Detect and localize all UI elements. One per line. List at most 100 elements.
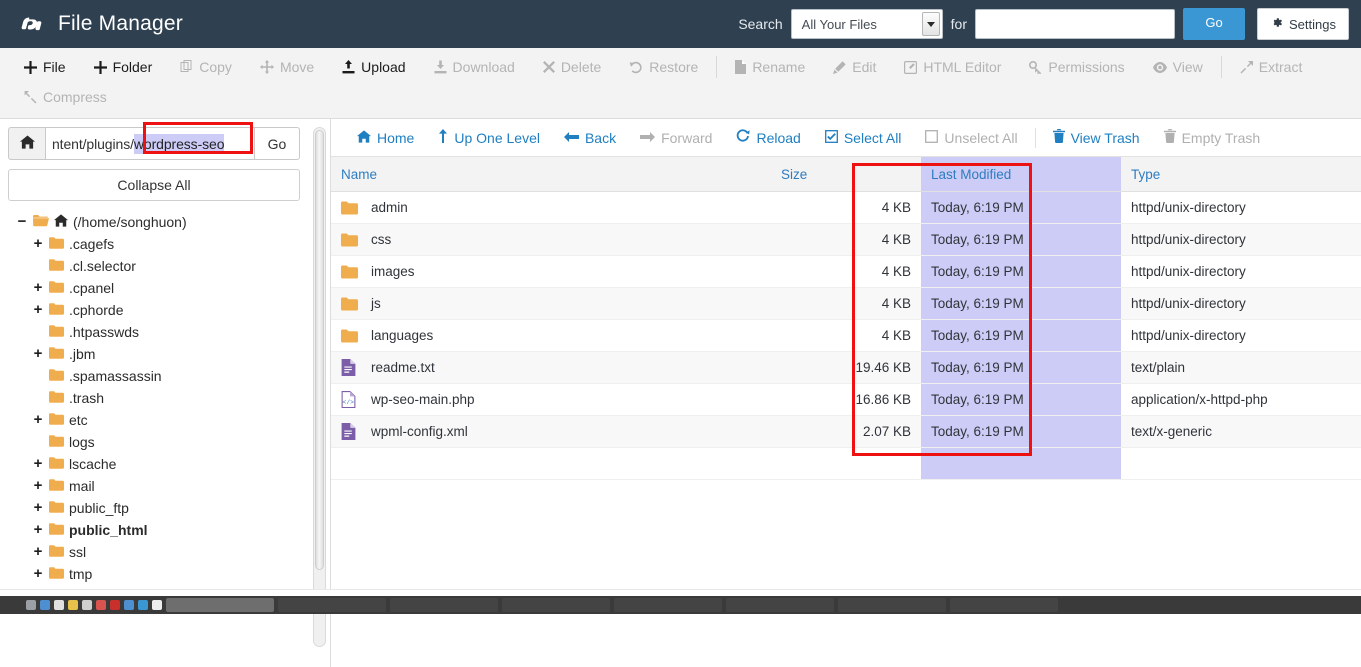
os-taskbar[interactable] [0, 596, 1361, 614]
tree-toggle-icon[interactable]: + [32, 566, 44, 581]
tree-item-lscache[interactable]: + lscache [8, 453, 308, 475]
taskbar-icon[interactable] [68, 600, 78, 610]
toolbar-extract-button[interactable]: Extract [1226, 52, 1317, 82]
nav-empty-trash-button[interactable]: Empty Trash [1152, 129, 1273, 146]
taskbar-icon[interactable] [40, 600, 50, 610]
table-row[interactable]: </> wp-seo-main.php 16.86 KB Today, 6:19… [331, 383, 1361, 416]
file-name-cell[interactable]: readme.txt [331, 351, 771, 384]
nav-forward-button[interactable]: Forward [628, 130, 724, 146]
tree-item-public-html[interactable]: + public_html [8, 519, 308, 541]
column-header-permissions[interactable]: Permissions [1356, 157, 1361, 192]
toolbar-new-folder-button[interactable]: Folder [80, 52, 167, 82]
tree-item-public-ftp[interactable]: + public_ftp [8, 497, 308, 519]
tree-item-cphorde[interactable]: + .cphorde [8, 299, 308, 321]
tree-item-root[interactable]: − (/home/songhuon) [8, 211, 308, 233]
file-name-cell[interactable]: admin [331, 191, 771, 224]
taskbar-window-button[interactable] [278, 598, 386, 612]
taskbar-icon[interactable] [138, 600, 148, 610]
tree-item-cl-selector[interactable]: .cl.selector [8, 255, 308, 277]
toolbar-edit-button[interactable]: Edit [819, 52, 890, 82]
toolbar-compress-button[interactable]: Compress [10, 82, 121, 112]
nav-back-button[interactable]: Back [552, 130, 628, 146]
path-go-button[interactable]: Go [254, 127, 300, 160]
file-name-cell[interactable]: </> wp-seo-main.php [331, 383, 771, 416]
table-row[interactable]: readme.txt 19.46 KB Today, 6:19 PM text/… [331, 351, 1361, 384]
tree-item-mail[interactable]: + mail [8, 475, 308, 497]
column-header-last-modified[interactable]: Last Modified [921, 157, 1121, 192]
table-row[interactable]: css 4 KB Today, 6:19 PM httpd/unix-direc… [331, 223, 1361, 256]
nav-reload-button[interactable]: Reload [724, 129, 812, 146]
table-row[interactable]: wpml-config.xml 2.07 KB Today, 6:19 PM t… [331, 415, 1361, 448]
chevron-down-icon[interactable] [921, 12, 940, 36]
table-row[interactable]: languages 4 KB Today, 6:19 PM httpd/unix… [331, 319, 1361, 352]
scrollbar-track[interactable] [312, 127, 326, 647]
taskbar-icon[interactable] [54, 600, 64, 610]
table-row[interactable]: images 4 KB Today, 6:19 PM httpd/unix-di… [331, 255, 1361, 288]
tree-item-logs[interactable]: logs [8, 431, 308, 453]
path-input[interactable]: ntent/plugins/wordpress-seo [45, 127, 254, 160]
nav-view-trash-button[interactable]: View Trash [1041, 129, 1152, 146]
tree-toggle-icon[interactable]: − [16, 214, 28, 229]
taskbar-window-button[interactable] [838, 598, 946, 612]
toolbar-download-button[interactable]: Download [420, 52, 529, 82]
taskbar-icon[interactable] [82, 600, 92, 610]
toolbar-copy-button[interactable]: Copy [166, 52, 246, 82]
taskbar-window-button[interactable] [726, 598, 834, 612]
toolbar-upload-button[interactable]: Upload [328, 52, 419, 82]
column-header-type[interactable]: Type [1121, 157, 1356, 192]
toolbar-new-file-button[interactable]: File [10, 52, 80, 82]
toolbar-html-editor-button[interactable]: HTML Editor [890, 52, 1015, 82]
toolbar-delete-button[interactable]: Delete [529, 52, 615, 82]
file-name-cell[interactable]: wpml-config.xml [331, 415, 771, 448]
tree-scrollbar[interactable] [308, 119, 330, 667]
tree-item-spamassassin[interactable]: .spamassassin [8, 365, 308, 387]
table-row[interactable]: js 4 KB Today, 6:19 PM httpd/unix-direct… [331, 287, 1361, 320]
scrollbar-thumb[interactable] [314, 130, 324, 570]
toolbar-restore-button[interactable]: Restore [615, 52, 712, 82]
tree-toggle-icon[interactable]: + [32, 456, 44, 471]
tree-toggle-icon[interactable]: + [32, 302, 44, 317]
taskbar-window-button[interactable] [950, 598, 1058, 612]
toolbar-move-button[interactable]: Move [246, 52, 328, 82]
search-go-button[interactable]: Go [1183, 8, 1246, 40]
tree-toggle-icon[interactable]: + [32, 412, 44, 427]
tree-toggle-icon[interactable]: + [32, 544, 44, 559]
tree-item-etc[interactable]: + etc [8, 409, 308, 431]
tree-item-trash[interactable]: .trash [8, 387, 308, 409]
tree-toggle-icon[interactable]: + [32, 346, 44, 361]
taskbar-window-button[interactable] [614, 598, 722, 612]
tree-item-htpasswds[interactable]: .htpasswds [8, 321, 308, 343]
taskbar-icon[interactable] [96, 600, 106, 610]
nav-up-one-level-button[interactable]: Up One Level [426, 129, 552, 146]
nav-unselect-all-button[interactable]: Unselect All [913, 130, 1029, 146]
taskbar-icon[interactable] [110, 600, 120, 610]
search-input[interactable] [975, 9, 1176, 39]
file-name-cell[interactable]: css [331, 223, 771, 256]
taskbar-icon[interactable] [124, 600, 134, 610]
tree-item-tmp[interactable]: + tmp [8, 563, 308, 585]
tree-toggle-icon[interactable]: + [32, 500, 44, 515]
file-name-cell[interactable]: images [331, 255, 771, 288]
column-header-size[interactable]: Size [771, 157, 921, 192]
table-row[interactable]: admin 4 KB Today, 6:19 PM httpd/unix-dir… [331, 191, 1361, 224]
tree-toggle-icon[interactable]: + [32, 478, 44, 493]
file-name-cell[interactable]: languages [331, 319, 771, 352]
search-scope-select[interactable]: All Your Files [790, 9, 943, 39]
toolbar-permissions-button[interactable]: Permissions [1015, 52, 1138, 82]
tree-item-cagefs[interactable]: + .cagefs [8, 233, 308, 255]
taskbar-window-button[interactable] [390, 598, 498, 612]
taskbar-icon[interactable] [26, 600, 36, 610]
collapse-all-button[interactable]: Collapse All [8, 169, 300, 201]
toolbar-view-button[interactable]: View [1139, 52, 1217, 82]
nav-select-all-button[interactable]: Select All [813, 130, 914, 146]
path-home-button[interactable] [8, 127, 45, 160]
nav-home-button[interactable]: Home [345, 130, 426, 146]
taskbar-window-button[interactable] [166, 598, 274, 612]
tree-item-ssl[interactable]: + ssl [8, 541, 308, 563]
tree-item-jbm[interactable]: + .jbm [8, 343, 308, 365]
tree-toggle-icon[interactable]: + [32, 522, 44, 537]
tree-toggle-icon[interactable]: + [32, 236, 44, 251]
taskbar-icon[interactable] [152, 600, 162, 610]
taskbar-window-button[interactable] [502, 598, 610, 612]
column-header-name[interactable]: Name [331, 157, 771, 192]
